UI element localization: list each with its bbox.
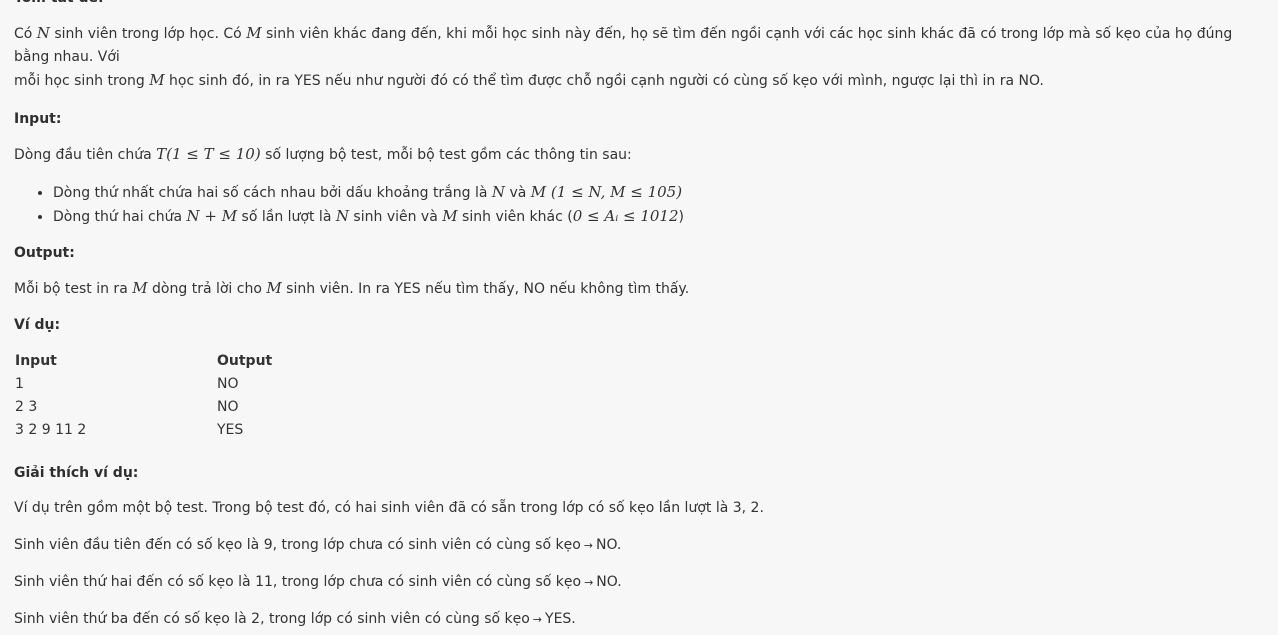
summary-heading: Tóm tắt đề:: [14, 0, 1266, 8]
summary-paragraph: Có N sinh viên trong lớp học. Có M sinh …: [14, 24, 1233, 89]
math-M: M: [442, 207, 458, 225]
table-cell: 3 2 9 11 2: [15, 421, 87, 438]
table-row: 1 NO: [14, 372, 298, 395]
column-header-output: Output: [217, 352, 273, 369]
table-row: 3 2 9 11 2 YES: [14, 418, 298, 441]
math-M: M: [266, 279, 282, 297]
input-bullet-list: Dòng thứ nhất chứa hai số cách nhau bởi …: [14, 181, 1266, 229]
explanation-step-1: Sinh viên đầu tiên đến có số kẹo là 9, t…: [14, 537, 622, 553]
math-N: N: [36, 24, 50, 42]
math-M: M: [149, 71, 165, 89]
column-header-input: Input: [15, 352, 57, 369]
example-table: Input Output 1 NO 2 3 NO 3 2 9 11 2 YES: [14, 349, 298, 441]
math-NM-range: (1 ≤ N, M ≤ 105): [546, 183, 683, 201]
explanation-heading: Giải thích ví dụ:: [14, 465, 139, 481]
table-cell: YES: [217, 421, 244, 438]
math-N-plus-M: N + M: [186, 207, 238, 225]
arrow-right-icon: →: [532, 613, 543, 626]
input-paragraph: Dòng đầu tiên chứa T(1 ≤ T ≤ 10) số lượn…: [14, 145, 632, 163]
math-Ai-range: 0 ≤ Aᵢ ≤ 1012: [572, 207, 679, 225]
list-item: Dòng thứ nhất chứa hai số cách nhau bởi …: [53, 181, 1266, 205]
output-heading: Output:: [14, 245, 75, 261]
table-cell: NO: [217, 375, 239, 392]
list-item: Dòng thứ hai chứa N + M số lần lượt là N…: [53, 205, 1266, 229]
table-header-row: Input Output: [14, 349, 298, 372]
explanation-paragraph: Ví dụ trên gồm một bộ test. Trong bộ tes…: [14, 500, 764, 516]
input-heading: Input:: [14, 111, 62, 127]
table-cell: NO: [217, 398, 239, 415]
math-N: N: [491, 183, 506, 201]
math-M: M: [246, 24, 262, 42]
table-cell: 1: [15, 375, 24, 392]
math-N: N: [335, 207, 349, 225]
table-cell: 2 3: [15, 398, 38, 415]
math-T-range: T(1 ≤ T ≤ 10): [156, 145, 261, 163]
arrow-right-icon: →: [584, 576, 594, 589]
example-heading: Ví dụ:: [14, 317, 61, 333]
table-row: 2 3 NO: [14, 395, 298, 418]
problem-statement: Tóm tắt đề: Có N sinh viên trong lớp học…: [14, 0, 1266, 631]
math-M: M: [530, 183, 547, 201]
explanation-step-3: Sinh viên thứ ba đến có số kẹo là 2, tro…: [14, 611, 576, 627]
explanation-step-2: Sinh viên thứ hai đến có số kẹo là 11, t…: [14, 574, 622, 590]
output-paragraph: Mỗi bộ test in ra M dòng trả lời cho M s…: [14, 279, 690, 297]
arrow-right-icon: →: [583, 539, 593, 552]
math-M: M: [132, 279, 148, 297]
